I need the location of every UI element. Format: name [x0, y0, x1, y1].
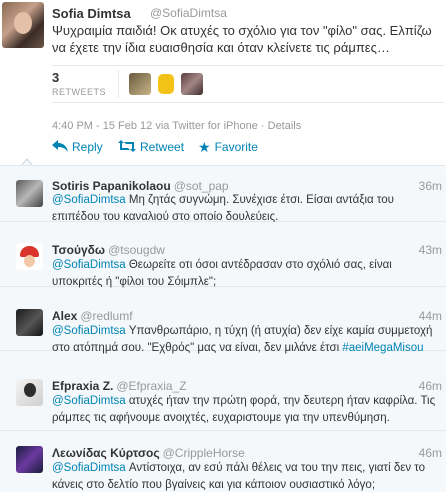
author-handle[interactable]: @SofiaDimtsa — [150, 6, 227, 20]
retweeter-avatar[interactable] — [181, 73, 203, 95]
reply-label: Reply — [72, 140, 103, 154]
reply-timestamp[interactable]: 36m — [419, 179, 442, 193]
reply-author-handle[interactable]: @tsougdw — [108, 243, 165, 257]
favorite-label: Favorite — [214, 140, 258, 154]
reply-text: @SofiaDimtsa Θεωρείτε οτι όσοι αντέδρασα… — [52, 257, 442, 291]
reply-timestamp[interactable]: 43m — [419, 243, 442, 257]
reply-author-handle[interactable]: @sot_pap — [174, 179, 229, 193]
retweet-icon — [118, 140, 136, 154]
reply-header: Τσούγδω @tsougdw — [52, 243, 165, 257]
reply-author-name[interactable]: Τσούγδω — [52, 243, 105, 257]
reply-text: @SofiaDimtsa ατυχές ήταν την πρώτη φορά,… — [52, 393, 442, 427]
reply-header: Λεωνίδας Κύρτσος @CrippleHorse — [52, 446, 245, 460]
reply-timestamp[interactable]: 46m — [419, 379, 442, 393]
reply-timestamp[interactable]: 44m — [419, 309, 442, 323]
reply-author-name[interactable]: Efpraxia Z. — [52, 379, 113, 393]
retweeter-avatar[interactable] — [155, 73, 177, 95]
reply-author-handle[interactable]: @Efpraxia_Z — [116, 379, 186, 393]
reply-text: @SofiaDimtsa Μη ζητάς συγνώμη. Συνέχισε … — [52, 192, 442, 226]
star-icon: ★ — [198, 139, 211, 155]
reply-header: Sotiris Papanikolaou @sot_pap — [52, 179, 229, 193]
favorite-button[interactable]: ★ Favorite — [198, 138, 258, 156]
retweet-label[interactable]: RETWEETS — [52, 87, 106, 97]
retweet-stats: 3 RETWEETS — [52, 65, 444, 103]
tweet-text: Ψυχραιμία παιδιά! Οκ ατυχές το σχόλιο γι… — [52, 23, 432, 55]
reply-author-name[interactable]: Sotiris Papanikolaou — [52, 179, 171, 193]
reply-item[interactable]: Efpraxia Z. @Efpraxia_Z 46m @SofiaDimtsa … — [0, 351, 446, 431]
avatar[interactable] — [16, 379, 43, 406]
reply-author-handle[interactable]: @CrippleHorse — [163, 446, 245, 460]
reply-header: Efpraxia Z. @Efpraxia_Z — [52, 379, 187, 393]
reply-item[interactable]: Λεωνίδας Κύρτσος @CrippleHorse 46m @Sofia… — [0, 431, 446, 492]
reply-author-handle[interactable]: @redlumf — [80, 309, 132, 323]
reply-author-name[interactable]: Alex — [52, 309, 77, 323]
tweet-meta[interactable]: 4:40 PM - 15 Feb 12 via Twitter for iPho… — [52, 120, 301, 132]
mention-link[interactable]: @SofiaDimtsa — [52, 462, 126, 474]
reply-header: Alex @redlumf — [52, 309, 133, 323]
avatar[interactable] — [16, 309, 43, 336]
retweet-label: Retweet — [140, 140, 185, 154]
retweeter-avatar[interactable] — [129, 73, 151, 95]
author-name[interactable]: Sofia Dimtsa — [52, 6, 131, 21]
avatar[interactable] — [16, 243, 43, 270]
mention-link[interactable]: @SofiaDimtsa — [52, 194, 126, 206]
main-tweet: Sofia Dimtsa @SofiaDimtsa Ψυχραιμία παιδ… — [0, 0, 446, 165]
retweet-button[interactable]: Retweet — [118, 138, 184, 156]
author-avatar[interactable] — [2, 2, 44, 48]
mention-link[interactable]: @SofiaDimtsa — [52, 325, 126, 337]
avatar[interactable] — [16, 180, 43, 207]
mention-link[interactable]: @SofiaDimtsa — [52, 259, 126, 271]
reply-item[interactable]: Alex @redlumf 44m @SofiaDimtsa Υπανθρωπάρ… — [0, 287, 446, 354]
replies-list: Sotiris Papanikolaou @sot_pap 36m @SofiaD… — [0, 165, 446, 492]
reply-icon — [52, 140, 68, 154]
reply-timestamp[interactable]: 46m — [419, 446, 442, 460]
reply-button[interactable]: Reply — [52, 138, 103, 156]
reply-item[interactable]: Τσούγδω @tsougdw 43m @SofiaDimtsa Θεωρείτ… — [0, 222, 446, 288]
mention-link[interactable]: @SofiaDimtsa — [52, 395, 126, 407]
retweet-count[interactable]: 3 — [52, 70, 59, 85]
tweet-actions: Reply Retweet ★ Favorite — [52, 138, 432, 156]
reply-text: @SofiaDimtsa Αντίστοιχα, αν εσύ πάλι θέλ… — [52, 460, 442, 492]
stats-divider — [118, 70, 119, 98]
reply-author-name[interactable]: Λεωνίδας Κύρτσος — [52, 446, 160, 460]
avatar[interactable] — [16, 446, 43, 473]
reply-item[interactable]: Sotiris Papanikolaou @sot_pap 36m @SofiaD… — [0, 166, 446, 223]
